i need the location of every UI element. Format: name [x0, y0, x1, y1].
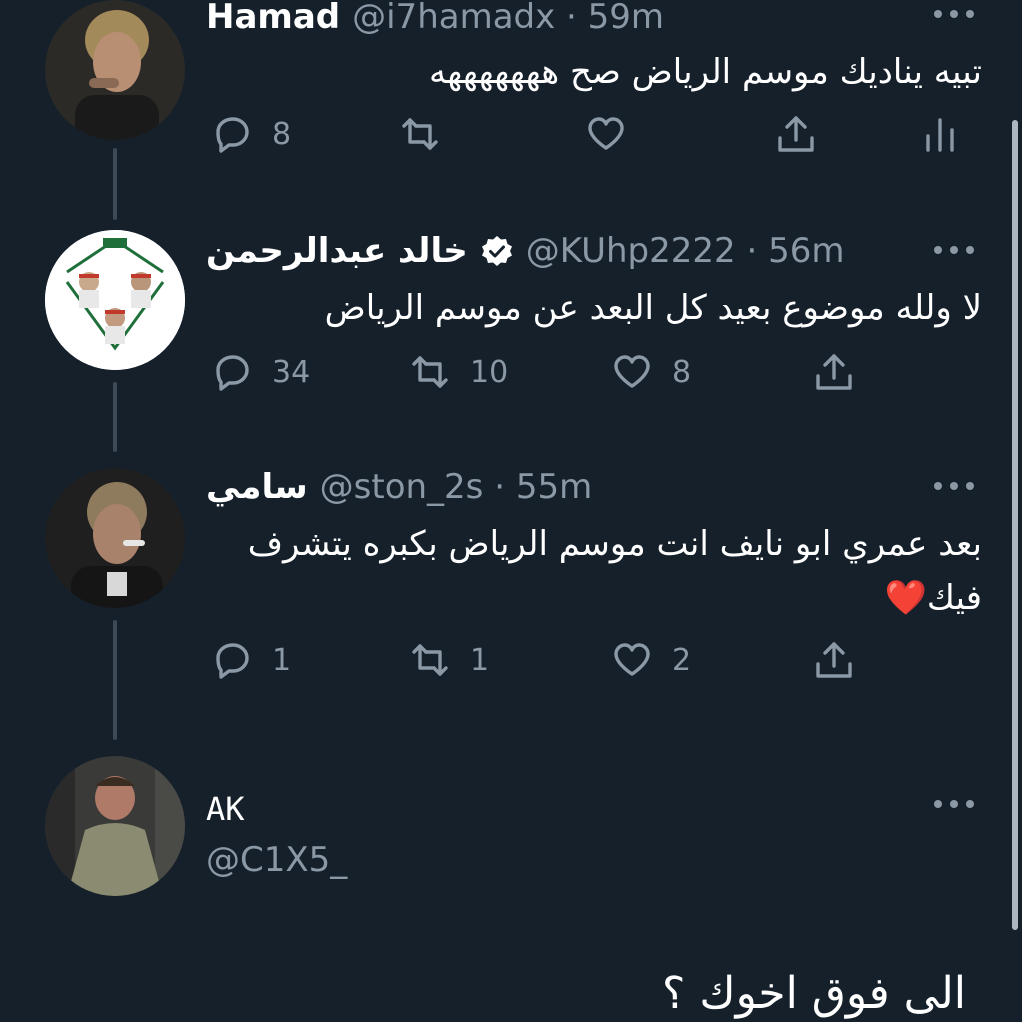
- retweet-count: 10: [470, 354, 509, 390]
- thread-line-2: [113, 382, 117, 452]
- retweet-icon: [402, 118, 438, 150]
- retweet-icon: [412, 644, 448, 676]
- tweet-2-header: خالد عبدالرحمن @KUhp2222 · 56m: [206, 226, 932, 276]
- tweet-1-header: Hamad @i7hamadx · 59m: [206, 0, 932, 42]
- tweet-3-header: سامي @ston_2s · 55m: [206, 462, 932, 512]
- avatar-sami[interactable]: [45, 468, 185, 608]
- share-button[interactable]: [812, 638, 856, 682]
- more-icon[interactable]: [934, 476, 974, 496]
- retweet-button[interactable]: [398, 112, 442, 156]
- tweet-text-line-1: بعد عمري ابو نايف انت موسم الرياض بكبره …: [247, 524, 982, 564]
- reply-icon: [216, 117, 249, 153]
- reply-button[interactable]: 34: [210, 350, 310, 394]
- retweet-count: 1: [470, 642, 490, 678]
- author-handle[interactable]: @i7hamadx · 59m: [352, 0, 664, 37]
- thread-line-1: [113, 148, 117, 220]
- more-icon[interactable]: [934, 4, 974, 24]
- reply-count: 8: [272, 116, 292, 152]
- thread-line-3: [113, 620, 117, 740]
- avatar-khaled[interactable]: [45, 230, 185, 370]
- reply-button[interactable]: 1: [210, 638, 291, 682]
- analytics-icon: [926, 118, 954, 152]
- reply-icon: [216, 355, 249, 391]
- author-name[interactable]: Hamad: [206, 0, 340, 37]
- share-icon: [816, 354, 852, 390]
- share-icon: [816, 642, 852, 678]
- more-icon[interactable]: [934, 794, 974, 814]
- avatar-ak[interactable]: [45, 756, 185, 896]
- more-icon[interactable]: [934, 240, 974, 260]
- like-count: 8: [672, 354, 692, 390]
- like-button[interactable]: 8: [610, 350, 691, 394]
- scrollbar[interactable]: [1012, 120, 1018, 930]
- tweet-text: لا ولله موضوع بعيد كل البعد عن موسم الري…: [324, 288, 982, 328]
- author-handle[interactable]: @ston_2s · 55m: [320, 467, 593, 507]
- verified-icon: [481, 236, 512, 266]
- tweet-text: تبيه يناديك موسم الرياض صح هههههههه: [429, 52, 982, 92]
- author-name[interactable]: خالد عبدالرحمن: [206, 231, 468, 271]
- like-icon: [588, 117, 624, 150]
- retweet-icon: [412, 356, 448, 388]
- reply-button[interactable]: 8: [210, 112, 291, 156]
- reply-count: 34: [272, 354, 311, 390]
- tweet-text-line-2: فيك❤️: [884, 578, 982, 618]
- reply-author-handle[interactable]: @C1X5_: [206, 840, 347, 880]
- like-icon: [614, 355, 650, 388]
- like-icon: [614, 643, 650, 676]
- analytics-button[interactable]: [918, 112, 962, 156]
- retweet-button[interactable]: 1: [408, 638, 489, 682]
- like-count: 2: [672, 642, 692, 678]
- avatar-hamad[interactable]: [45, 0, 185, 140]
- share-icon: [778, 116, 814, 152]
- like-button[interactable]: 2: [610, 638, 691, 682]
- like-button[interactable]: [584, 112, 628, 156]
- reply-icon: [216, 643, 249, 679]
- share-button[interactable]: [774, 112, 818, 156]
- share-button[interactable]: [812, 350, 856, 394]
- reply-author-name[interactable]: AK: [206, 790, 245, 828]
- author-handle[interactable]: @KUhp2222 · 56m: [526, 231, 845, 271]
- caption-text: الى فوق اخوك ؟: [662, 968, 966, 1019]
- author-name[interactable]: سامي: [206, 467, 308, 507]
- reply-count: 1: [272, 642, 292, 678]
- retweet-button[interactable]: 10: [408, 350, 508, 394]
